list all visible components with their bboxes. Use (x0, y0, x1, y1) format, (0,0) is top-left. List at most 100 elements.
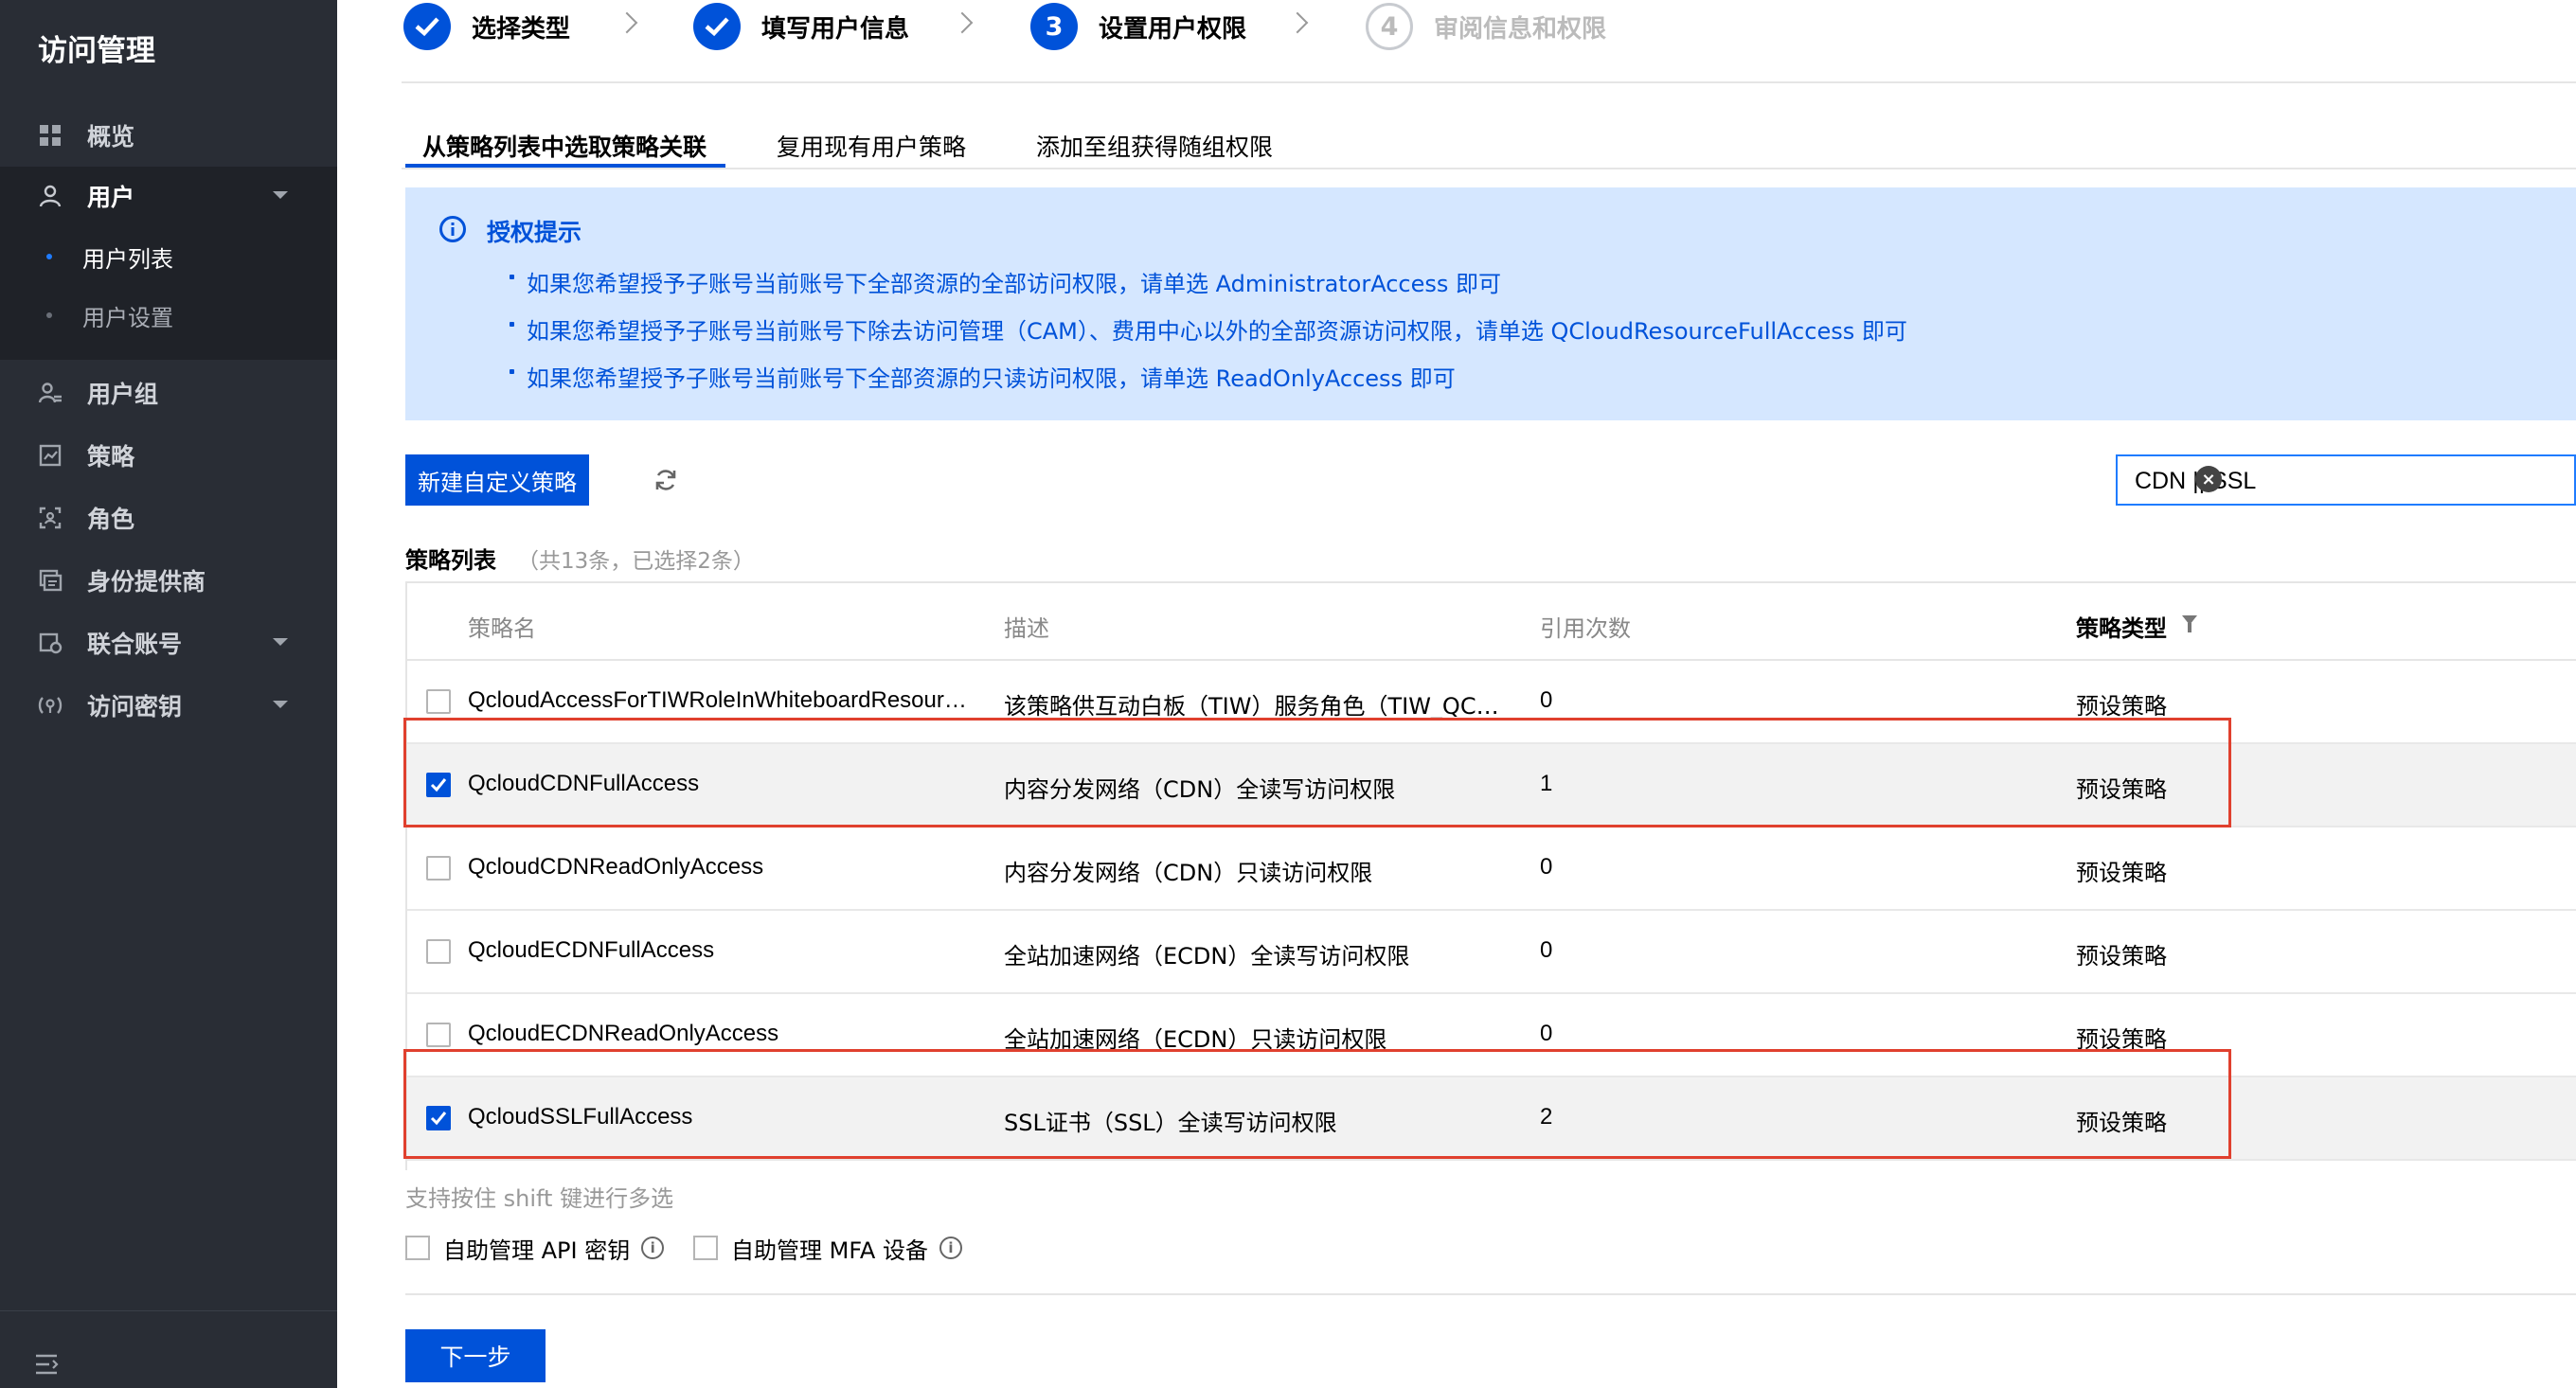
policy-type: 预设策略 (2076, 943, 2167, 970)
policy-name: QcloudECDNReadOnlyAccess (468, 1021, 779, 1046)
policy-name: QcloudAccessForTIWRoleInWhiteboardResour… (468, 687, 967, 713)
checkbox[interactable] (405, 1236, 430, 1260)
authorization-notice: 授权提示 如果您希望授予子账号当前账号下全部资源的全部访问权限，请单选 Admi… (405, 187, 2576, 420)
federated-account-icon (36, 629, 64, 657)
policy-icon (36, 441, 64, 470)
step-number: 3 (1030, 3, 1078, 50)
divider (402, 168, 2576, 169)
policy-list-title: 策略列表 (405, 547, 496, 574)
column-header-description: 描述 (1004, 615, 1049, 642)
step-1: 选择类型 (403, 0, 570, 53)
step-label: 设置用户权限 (1099, 14, 1247, 44)
self-manage-api-key-option[interactable]: 自助管理 API 密钥 i (405, 1233, 665, 1264)
policy-name: QcloudCDNReadOnlyAccess (468, 854, 764, 880)
highlight-box (403, 1049, 2231, 1159)
sidebar-item-label: 策略 (87, 443, 135, 471)
sidebar-item-label: 用户 (87, 184, 135, 211)
policy-list-count: （共13条，已选择2条） (517, 549, 755, 574)
policy-reference-count: 0 (1540, 854, 1553, 880)
policy-type: 预设策略 (2076, 860, 2167, 886)
step-2: 填写用户信息 (693, 0, 909, 53)
info-icon[interactable]: i (641, 1237, 665, 1259)
filter-icon[interactable] (2182, 615, 2197, 632)
sidebar-item-identity-provider[interactable]: 身份提供商 (0, 551, 337, 610)
sidebar-subitem-label: 用户设置 (82, 304, 173, 331)
sidebar-item-label: 用户组 (87, 381, 159, 408)
sidebar-item-role[interactable]: 角色 (0, 489, 337, 547)
sidebar-item-access-key[interactable]: 访问密钥 (0, 676, 337, 735)
table-row[interactable]: QcloudECDNFullAccess 全站加速网络（ECDN）全读写访问权限… (407, 911, 2576, 994)
active-tab-indicator (405, 164, 725, 168)
option-label: 自助管理 API 密钥 (443, 1237, 631, 1264)
role-icon (36, 504, 64, 532)
notice-line: 如果您希望授予子账号当前账号下全部资源的全部访问权限，请单选 Administr… (509, 265, 1501, 298)
policy-description: 该策略供互动白板（TIW）服务角色（TIW_QC… (1004, 693, 1499, 720)
sidebar-subitem-user-settings[interactable]: 用户设置 (0, 286, 337, 345)
next-step-button[interactable]: 下一步 (405, 1329, 546, 1382)
policy-type: 预设策略 (2076, 693, 2167, 720)
row-checkbox[interactable] (426, 1023, 451, 1047)
table-header: 策略名 描述 引用次数 策略类型 (407, 583, 2576, 661)
row-checkbox[interactable] (426, 856, 451, 881)
sidebar-item-label: 概览 (87, 123, 135, 151)
chevron-down-icon (273, 701, 288, 708)
column-header-policy-type[interactable]: 策略类型 (2076, 610, 2167, 643)
info-icon (439, 216, 466, 242)
step-label: 选择类型 (472, 14, 571, 44)
check-icon (403, 3, 451, 50)
highlight-box (403, 718, 2231, 827)
sidebar-item-policy[interactable]: 策略 (0, 426, 337, 485)
sidebar-item-user-group[interactable]: 用户组 (0, 364, 337, 422)
option-label: 自助管理 MFA 设备 (731, 1237, 928, 1264)
info-icon[interactable]: i (939, 1237, 962, 1259)
overview-icon (36, 121, 64, 150)
step-3: 3 设置用户权限 (1030, 0, 1246, 53)
notice-title: 授权提示 (487, 219, 582, 246)
sidebar-item-overview[interactable]: 概览 (0, 106, 337, 165)
policy-reference-count: 0 (1540, 937, 1553, 963)
tab-add-to-group[interactable]: 添加至组获得随组权限 (1036, 129, 1273, 163)
user-icon (36, 182, 64, 210)
row-checkbox[interactable] (426, 939, 451, 964)
notice-line: 如果您希望授予子账号当前账号下全部资源的只读访问权限，请单选 ReadOnlyA… (510, 360, 1456, 393)
step-number: 4 (1366, 3, 1413, 50)
access-key-icon (36, 691, 64, 720)
checkbox[interactable] (693, 1236, 718, 1260)
notice-line: 如果您希望授予子账号当前账号下除去访问管理（CAM）、费用中心以外的全部资源访问… (510, 312, 1907, 346)
search-input[interactable] (2135, 466, 2513, 496)
new-custom-policy-button[interactable]: 新建自定义策略 (405, 454, 589, 506)
chevron-right-icon (1286, 11, 1309, 34)
sidebar-item-federated-account[interactable]: 联合账号 (0, 614, 337, 672)
main-content: 选择类型 填写用户信息 3 设置用户权限 4 审阅信息和权限 从策略列表中选取策… (371, 0, 2576, 1388)
user-group-icon (36, 379, 64, 407)
sidebar-title: 访问管理 (38, 34, 155, 68)
step-4: 4 审阅信息和权限 (1366, 0, 1606, 53)
sidebar-collapse-button[interactable] (0, 1310, 337, 1388)
sidebar-subitem-label: 用户列表 (82, 245, 173, 273)
chevron-right-icon (616, 11, 638, 34)
identity-provider-icon (36, 566, 64, 595)
table-row[interactable]: QcloudCDNReadOnlyAccess 内容分发网络（CDN）只读访问权… (407, 827, 2576, 911)
search-field (2116, 454, 2576, 506)
clear-icon[interactable]: × (2195, 466, 2222, 492)
chevron-down-icon (273, 191, 288, 199)
policy-reference-count: 0 (1540, 1021, 1553, 1046)
column-header-reference-count: 引用次数 (1540, 615, 1631, 642)
row-checkbox[interactable] (426, 689, 451, 714)
active-dot-icon (46, 254, 52, 259)
tab-select-from-policy-list[interactable]: 从策略列表中选取策略关联 (422, 129, 707, 163)
refresh-icon[interactable] (652, 466, 680, 494)
sidebar-subitem-user-list[interactable]: 用户列表 (0, 227, 337, 286)
multi-select-tip: 支持按住 shift 键进行多选 (405, 1185, 674, 1212)
sidebar-item-user[interactable]: 用户 (0, 167, 337, 225)
sidebar-item-label: 访问密钥 (87, 693, 183, 721)
policy-reference-count: 0 (1540, 687, 1553, 713)
collapse-menu-icon (36, 1354, 59, 1375)
column-header-name: 策略名 (468, 615, 536, 642)
step-label: 审阅信息和权限 (1434, 14, 1607, 44)
chevron-down-icon (273, 638, 288, 646)
tab-reuse-user-policy[interactable]: 复用现有用户策略 (777, 129, 966, 163)
policy-name: QcloudECDNFullAccess (468, 937, 715, 963)
self-manage-mfa-option[interactable]: 自助管理 MFA 设备 i (693, 1233, 962, 1264)
policy-description: 全站加速网络（ECDN）全读写访问权限 (1004, 943, 1410, 970)
